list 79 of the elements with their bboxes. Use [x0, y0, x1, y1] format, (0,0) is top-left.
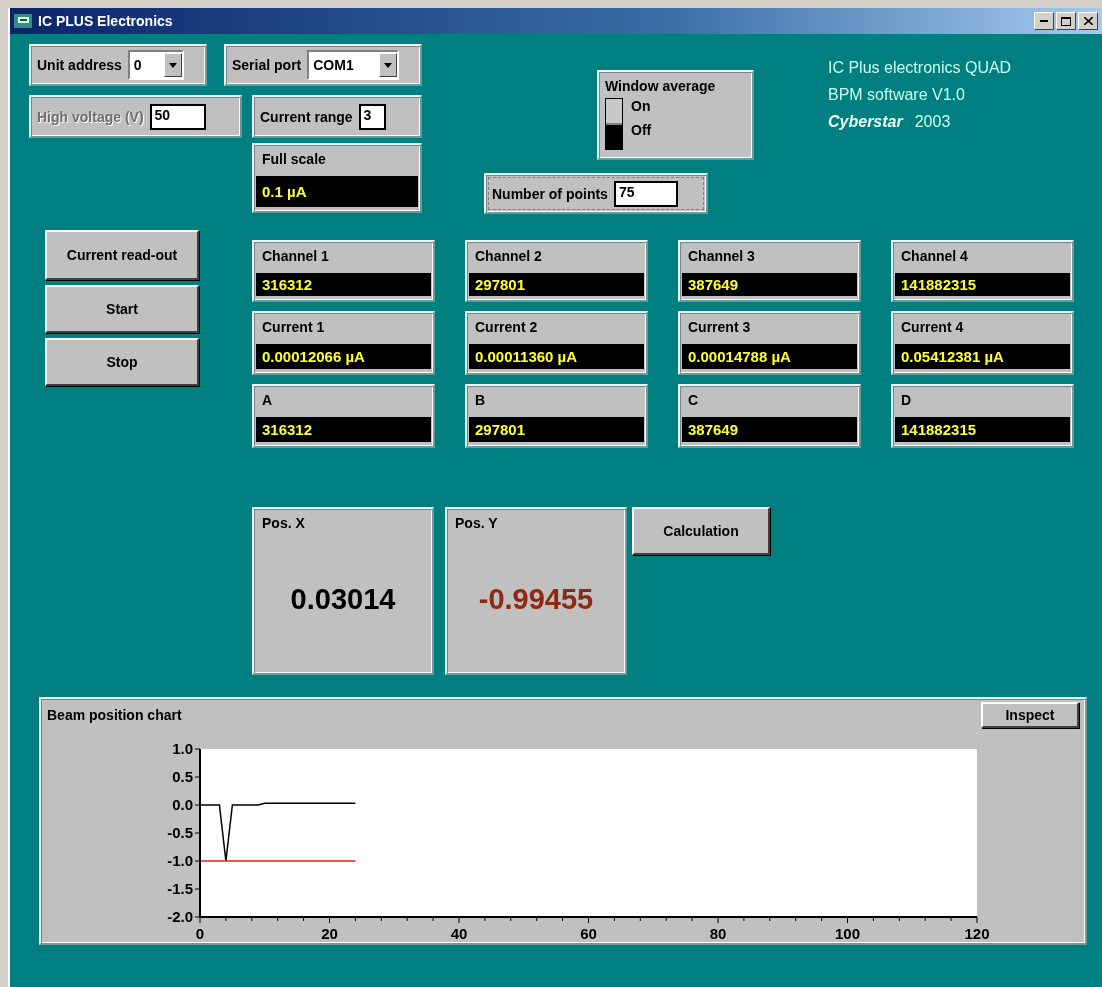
- year-text: 2003: [914, 112, 951, 132]
- readout-value: 297801: [469, 273, 644, 296]
- number-of-points-field[interactable]: 75: [613, 180, 678, 207]
- readout-label: Channel 3: [687, 247, 756, 266]
- off-label: Off: [631, 122, 652, 138]
- y-tick-label: -1.5: [167, 880, 193, 897]
- dropdown-arrow-button[interactable]: [379, 53, 398, 77]
- close-icon: [1083, 17, 1093, 25]
- command-button[interactable]: Start: [45, 285, 199, 333]
- serial-port-label: Serial port: [232, 57, 302, 73]
- readout-label: Channel 4: [900, 247, 969, 266]
- unit-address-dropdown[interactable]: 0: [127, 50, 184, 80]
- number-of-points-label: Number of points: [492, 185, 608, 202]
- readout-value: 141882315: [895, 273, 1070, 296]
- minimize-icon: [1040, 20, 1048, 22]
- minimize-button[interactable]: [1034, 12, 1054, 30]
- readout-label: D: [900, 391, 913, 410]
- readout-value: 0.00012066 µA: [256, 344, 431, 369]
- x-tick-label: 100: [835, 925, 860, 941]
- y-tick-label: -2.0: [167, 908, 193, 925]
- command-button[interactable]: Current read-out: [45, 230, 199, 280]
- toggle-switch[interactable]: [605, 98, 623, 150]
- readout-value: 0.05412381 µA: [895, 344, 1070, 369]
- author-text: Cyberstar: [828, 113, 903, 131]
- y-tick-label: -1.0: [167, 852, 193, 869]
- readout-value: 0.00014788 µA: [682, 344, 857, 369]
- unit-address-label: Unit address: [37, 57, 122, 73]
- caret-icon: [384, 62, 393, 68]
- chart-title: Beam position chart: [47, 707, 182, 723]
- y-tick-label: 0.0: [172, 796, 193, 813]
- current-range-field[interactable]: 3: [358, 103, 386, 130]
- x-tick-label: 80: [709, 925, 727, 941]
- readout-value: 141882315: [895, 417, 1070, 442]
- window-average-label: Window average: [605, 78, 717, 94]
- maximize-button[interactable]: [1056, 12, 1076, 30]
- serial-port-dropdown[interactable]: COM1: [307, 50, 400, 80]
- position-value: -0.99455: [477, 583, 595, 616]
- x-tick-label: 40: [450, 925, 468, 941]
- position-value: 0.03014: [289, 583, 397, 616]
- readout-label: C: [687, 391, 700, 410]
- readout-value: 297801: [469, 417, 644, 442]
- position-label: Pos. X: [262, 515, 306, 531]
- readout-label: Channel 1: [261, 247, 330, 266]
- y-tick-label: 1.0: [172, 740, 193, 757]
- high-voltage-label: High voltage (V): [37, 108, 144, 125]
- readout-label: Current 1: [261, 318, 326, 337]
- x-tick-label: 0: [195, 925, 205, 941]
- app-icon: [14, 14, 32, 28]
- readout-value: 387649: [682, 273, 857, 296]
- position-label: Pos. Y: [455, 515, 499, 531]
- readout-label: Channel 2: [474, 247, 543, 266]
- x-tick-label: 60: [580, 925, 597, 941]
- readout-label: Current 2: [474, 318, 539, 337]
- maximize-icon: [1061, 16, 1071, 26]
- calculation-button[interactable]: Calculation: [632, 507, 770, 555]
- x-tick-label: 20: [321, 925, 338, 941]
- version-text: BPM software V1.0: [828, 85, 966, 105]
- y-tick-label: -0.5: [167, 824, 193, 841]
- close-button[interactable]: [1078, 12, 1098, 30]
- readout-value: 316312: [256, 273, 431, 296]
- readout-label: Current 3: [687, 318, 752, 337]
- inspect-button[interactable]: Inspect: [981, 702, 1079, 728]
- window-title: IC PLUS Electronics: [38, 13, 174, 29]
- y-tick-label: 0.5: [172, 768, 193, 785]
- full-scale-value: 0.1 µA: [256, 176, 418, 207]
- full-scale-label: Full scale: [261, 150, 327, 169]
- readout-label: B: [474, 391, 487, 410]
- product-name-text: IC Plus electronics QUAD: [828, 58, 1012, 78]
- readout-label: A: [261, 391, 274, 410]
- command-button[interactable]: Stop: [45, 338, 199, 386]
- readout-value: 387649: [682, 417, 857, 442]
- on-label: On: [631, 98, 652, 114]
- readout-value: 0.00011360 µA: [469, 344, 644, 369]
- readout-label: Current 4: [900, 318, 965, 337]
- caret-icon: [168, 62, 177, 68]
- readout-value: 316312: [256, 417, 431, 442]
- x-tick-label: 120: [964, 925, 990, 941]
- dropdown-arrow-button[interactable]: [163, 53, 182, 77]
- current-range-label: Current range: [260, 108, 353, 125]
